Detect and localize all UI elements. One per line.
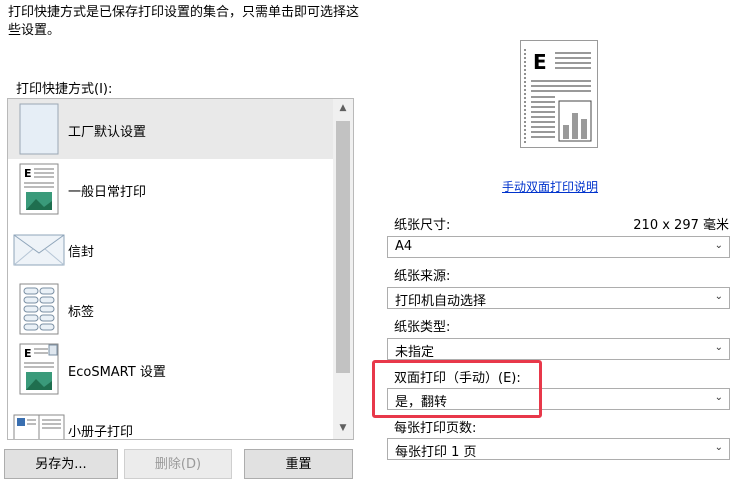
paper-size-value: A4: [395, 239, 413, 254]
shortcuts-list[interactable]: 工厂默认设置 E 一般日常打印 信封 标签 E EcoSMART 设置 小册子打…: [7, 98, 354, 440]
paper-source-select[interactable]: 打印机自动选择 ⌄: [387, 287, 730, 309]
shortcut-labels[interactable]: 标签: [8, 279, 333, 339]
paper-type-select[interactable]: 未指定 ⌄: [387, 338, 730, 360]
page-preview-icon: E: [520, 40, 598, 148]
svg-text:E: E: [24, 167, 32, 180]
scroll-up-icon[interactable]: ▲: [333, 99, 353, 117]
pages-per-sheet-select[interactable]: 每张打印 1 页 ⌄: [387, 438, 730, 460]
pages-per-sheet-label: 每张打印页数:: [394, 421, 477, 436]
chevron-down-icon: ⌄: [714, 342, 723, 353]
shortcuts-label: 打印快捷方式(I):: [16, 82, 113, 97]
paper-source-label: 纸张来源:: [394, 269, 451, 284]
manual-duplex-help-link[interactable]: 手动双面打印说明: [502, 178, 598, 195]
svg-text:E: E: [533, 50, 547, 74]
duplex-highlight-box: [372, 360, 542, 418]
shortcut-booklet[interactable]: 小册子打印: [8, 399, 333, 440]
chevron-down-icon: ⌄: [714, 442, 723, 453]
shortcut-envelope[interactable]: 信封: [8, 219, 333, 279]
scroll-down-icon[interactable]: ▼: [333, 419, 353, 437]
svg-text:E: E: [24, 347, 32, 360]
shortcut-label: EcoSMART 设置: [68, 365, 166, 380]
pages-per-sheet-value: 每张打印 1 页: [395, 445, 477, 460]
document-picture-icon: E: [19, 163, 59, 215]
description-text: 打印快捷方式是已保存打印设置的集合，只需单击即可选择这些设置。: [8, 5, 360, 38]
save-as-button[interactable]: 另存为...: [4, 449, 118, 479]
paper-size-dimensions: 210 x 297 毫米: [633, 218, 729, 233]
shortcut-factory-default[interactable]: 工厂默认设置: [8, 99, 333, 159]
booklet-icon: [13, 414, 65, 439]
delete-button[interactable]: 删除(D): [124, 449, 232, 479]
envelope-icon: [13, 234, 65, 266]
shortcut-label: 小册子打印: [68, 425, 134, 440]
blank-page-icon: [19, 103, 59, 155]
eco-document-icon: E: [19, 343, 59, 395]
shortcut-label: 标签: [68, 305, 95, 320]
paper-size-select[interactable]: A4 ⌄: [387, 236, 730, 258]
paper-type-value: 未指定: [395, 345, 435, 360]
paper-type-label: 纸张类型:: [394, 320, 451, 335]
shortcut-label: 信封: [68, 245, 95, 260]
chevron-down-icon: ⌄: [714, 240, 723, 251]
shortcut-everyday-printing[interactable]: E 一般日常打印: [8, 159, 333, 219]
shortcut-ecosmart[interactable]: E EcoSMART 设置: [8, 339, 333, 399]
paper-size-label: 纸张尺寸:: [394, 218, 451, 233]
reset-button[interactable]: 重置: [244, 449, 353, 479]
paper-source-value: 打印机自动选择: [395, 294, 487, 309]
scroll-thumb[interactable]: [336, 121, 350, 373]
list-scrollbar[interactable]: ▲ ▼: [333, 99, 353, 439]
shortcut-label: 一般日常打印: [68, 185, 147, 200]
chevron-down-icon: ⌄: [714, 392, 723, 403]
shortcut-label: 工厂默认设置: [68, 125, 147, 140]
chevron-down-icon: ⌄: [714, 291, 723, 302]
labels-icon: [19, 283, 59, 335]
